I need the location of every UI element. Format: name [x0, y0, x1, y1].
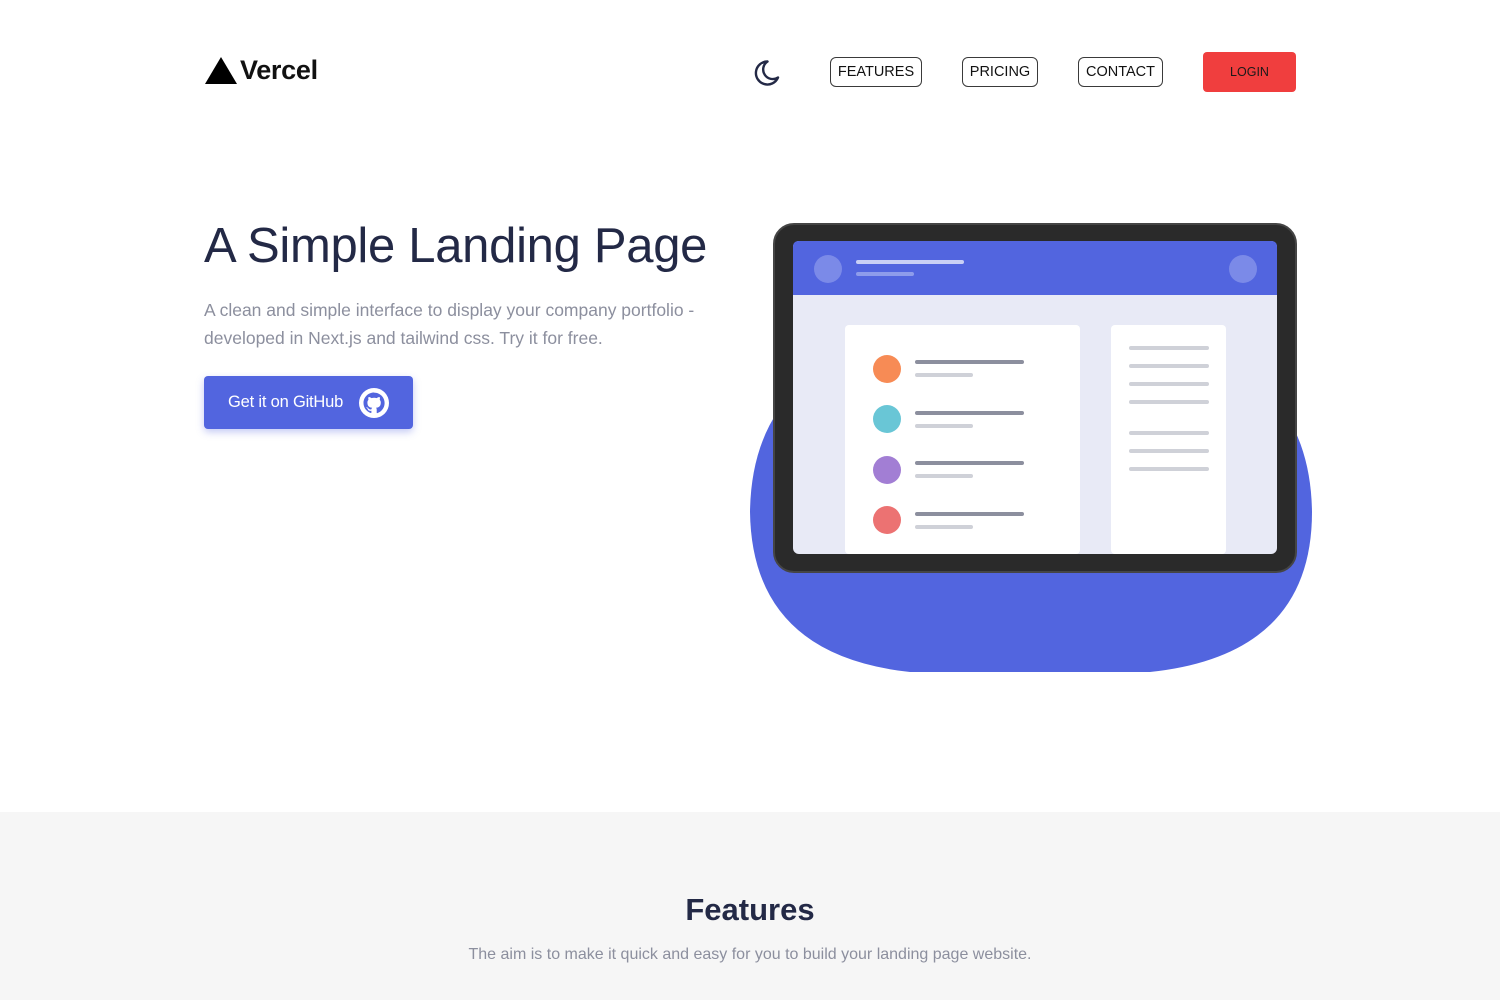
list-dot-purple [873, 456, 901, 484]
features-subtitle: The aim is to make it quick and easy for… [468, 946, 1032, 963]
github-cta-button[interactable]: Get it on GitHub [204, 376, 413, 429]
features-section: Features The aim is to make it quick and… [0, 812, 1500, 1000]
screen-menu-icon [1229, 255, 1257, 283]
vercel-triangle-icon [205, 57, 237, 84]
hero-title: A Simple Landing Page [204, 219, 708, 273]
cta-label: Get it on GitHub [228, 393, 344, 411]
nav-contact-button[interactable]: CONTACT [1078, 57, 1163, 87]
screen-avatar-icon [814, 255, 842, 283]
screen-side-card [1111, 325, 1226, 554]
screen-header-bar [793, 241, 1277, 295]
moon-icon[interactable] [751, 58, 781, 88]
nav-features-button[interactable]: FEATURES [830, 57, 922, 87]
github-icon [359, 388, 389, 418]
hero-subtitle: A clean and simple interface to display … [204, 300, 695, 348]
hero-illustration [750, 223, 1312, 672]
features-title: Features [685, 892, 815, 927]
list-dot-teal [873, 405, 901, 433]
brand-logo[interactable]: Vercel [204, 55, 318, 86]
login-button[interactable]: LOGIN [1203, 52, 1296, 92]
nav-pricing-button[interactable]: PRICING [962, 57, 1038, 87]
list-dot-red [873, 506, 901, 534]
top-navigation: Vercel FEATURES PRICING CONTACT LOGIN [0, 0, 1500, 140]
brand-name: Vercel [240, 55, 318, 85]
list-dot-orange [873, 355, 901, 383]
